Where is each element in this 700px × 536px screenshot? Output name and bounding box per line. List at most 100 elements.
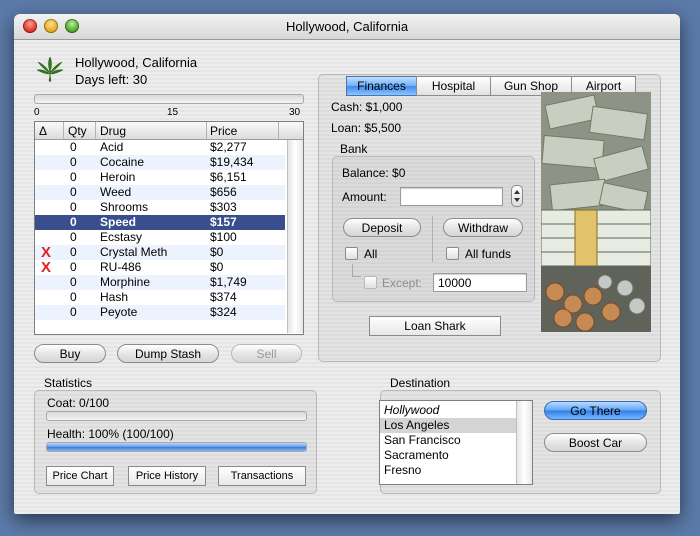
drug-cell: RU-486 (100, 260, 142, 274)
all-label: All (364, 247, 378, 261)
price-cell: $374 (210, 290, 237, 304)
health-bar-fill (47, 443, 306, 451)
table-row[interactable]: X 0 RU-486 $0 (35, 260, 285, 275)
amount-input[interactable] (400, 187, 503, 206)
amount-label: Amount: (342, 190, 387, 204)
col-qty[interactable]: Qty (68, 124, 87, 138)
sell-button[interactable]: Sell (231, 344, 302, 363)
list-item[interactable]: Sacramento (380, 448, 516, 463)
table-row[interactable]: X 0 Crystal Meth $0 (35, 245, 285, 260)
except-connector (352, 264, 361, 277)
except-input[interactable]: 10000 (433, 273, 527, 292)
main-window: Hollywood, California Hollywood, Califor… (14, 14, 680, 514)
unavailable-x-icon: X (41, 259, 52, 276)
all-funds-label: All funds (465, 247, 512, 261)
go-there-button[interactable]: Go There (544, 401, 647, 420)
table-row[interactable]: 0 Ecstasy $100 (35, 230, 285, 245)
col-drug[interactable]: Drug (100, 124, 126, 138)
qty-cell: 0 (70, 275, 77, 289)
qty-cell: 0 (70, 245, 77, 259)
amount-stepper[interactable] (511, 185, 523, 207)
price-history-button[interactable]: Price History (128, 466, 206, 486)
price-chart-button[interactable]: Price Chart (46, 466, 114, 486)
statistics-title: Statistics (44, 376, 93, 390)
drug-cell: Weed (100, 185, 132, 199)
drug-table-header: Δ Qty Drug Price (35, 122, 303, 140)
table-row[interactable]: 0 Heroin $6,151 (35, 170, 285, 185)
drug-table-scrollbar[interactable] (287, 140, 303, 333)
drug-cell: Speed (100, 215, 137, 229)
tab-hospital[interactable]: Hospital (416, 76, 491, 96)
qty-cell: 0 (70, 200, 77, 214)
table-row[interactable]: 0 Shrooms $303 (35, 200, 285, 215)
coat-bar (46, 411, 307, 421)
days-left-label: Days left: 30 (75, 72, 148, 87)
price-cell: $6,151 (210, 170, 247, 184)
qty-cell: 0 (70, 155, 77, 169)
price-cell: $1,749 (210, 275, 247, 289)
table-row[interactable]: 0 Acid $2,277 (35, 140, 285, 155)
col-separator (63, 122, 64, 139)
list-item[interactable]: Fresno (380, 463, 516, 478)
price-cell: $656 (210, 185, 237, 199)
qty-cell: 0 (70, 260, 77, 274)
price-cell: $0 (210, 260, 224, 274)
col-delta[interactable]: Δ (39, 124, 47, 138)
loan-shark-button[interactable]: Loan Shark (369, 316, 501, 336)
table-row[interactable]: 0 Hash $374 (35, 290, 285, 305)
title-bar: Hollywood, California (14, 14, 680, 40)
tab-finances[interactable]: Finances (346, 76, 417, 96)
destination-list-scrollbar[interactable] (516, 401, 532, 484)
money-pile-photo (541, 92, 651, 332)
day-slider[interactable] (34, 94, 304, 104)
price-cell: $0 (210, 245, 224, 259)
qty-cell: 0 (70, 290, 77, 304)
col-price[interactable]: Price (210, 124, 237, 138)
dump-stash-button[interactable]: Dump Stash (117, 344, 219, 363)
cash-label: Cash: $1,000 (331, 100, 403, 114)
table-row[interactable]: 0 Morphine $1,749 (35, 275, 285, 290)
price-cell: $19,434 (210, 155, 254, 169)
price-cell: $2,277 (210, 140, 247, 154)
qty-cell: 0 (70, 170, 77, 184)
cannabis-leaf-icon (36, 56, 64, 84)
boost-car-button[interactable]: Boost Car (544, 433, 647, 452)
health-bar (46, 442, 307, 452)
withdraw-button[interactable]: Withdraw (443, 218, 523, 237)
except-label: Except: (382, 276, 423, 290)
col-separator (206, 122, 207, 139)
list-item[interactable]: Los Angeles (380, 418, 516, 433)
qty-cell: 0 (70, 140, 77, 154)
except-checkbox[interactable] (364, 276, 377, 289)
table-row[interactable]: 0 Weed $656 (35, 185, 285, 200)
list-item[interactable]: San Francisco (380, 433, 516, 448)
qty-cell: 0 (70, 215, 77, 229)
buy-button[interactable]: Buy (34, 344, 106, 363)
destination-title: Destination (390, 376, 451, 390)
table-row[interactable]: 0 Cocaine $19,434 (35, 155, 285, 170)
slider-mid-label: 15 (167, 107, 179, 118)
deposit-button[interactable]: Deposit (343, 218, 421, 237)
drug-cell: Peyote (100, 305, 138, 319)
destination-list[interactable]: Hollywood Los Angeles San Francisco Sacrame… (379, 400, 533, 485)
unavailable-x-icon: X (41, 244, 52, 261)
drug-cell: Crystal Meth (100, 245, 168, 259)
all-funds-checkbox[interactable] (446, 247, 459, 260)
bank-title: Bank (340, 142, 368, 156)
table-row[interactable]: 0 Speed $157 (35, 215, 285, 230)
coat-label: Coat: 0/100 (47, 396, 110, 410)
drug-cell: Ecstasy (100, 230, 143, 244)
loan-label: Loan: $5,500 (331, 121, 402, 135)
all-checkbox[interactable] (345, 247, 358, 260)
bank-divider (432, 216, 433, 262)
col-separator (95, 122, 96, 139)
drug-cell: Cocaine (100, 155, 145, 169)
table-row[interactable]: 0 Peyote $324 (35, 305, 285, 320)
balance-label: Balance: $0 (342, 166, 406, 180)
transactions-button[interactable]: Transactions (218, 466, 306, 486)
drug-table[interactable]: Δ Qty Drug Price 0 Acid $2,277 0 Cocaine $19,… (34, 121, 304, 335)
drug-cell: Hash (100, 290, 129, 304)
list-item[interactable]: Hollywood (380, 403, 516, 418)
price-cell: $100 (210, 230, 237, 244)
qty-cell: 0 (70, 305, 77, 319)
